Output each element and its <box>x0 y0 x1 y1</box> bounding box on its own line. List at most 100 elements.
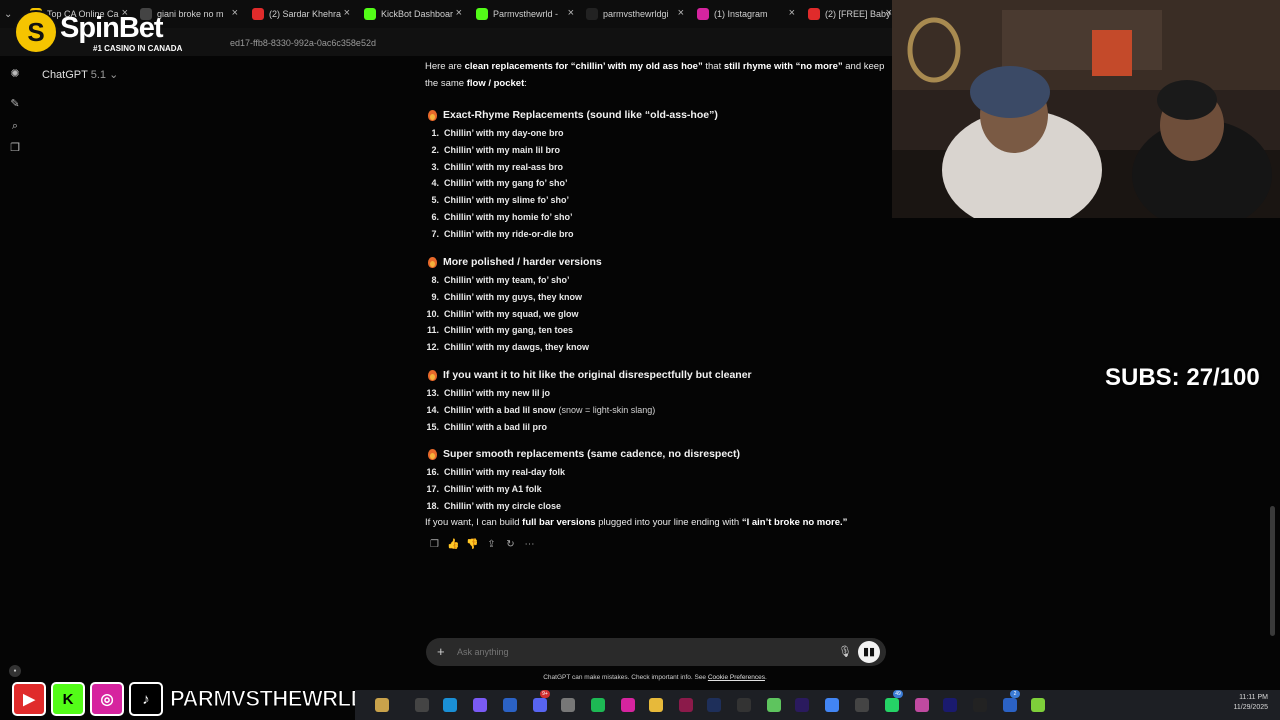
webcam-image <box>892 0 1280 218</box>
list-text: Chillin’ with my ride-or-die bro <box>444 228 574 239</box>
model-selector[interactable]: ChatGPT 5.1 ⌄ <box>42 68 118 81</box>
photoshop-icon[interactable] <box>707 698 721 712</box>
list-number: 13. <box>426 388 439 398</box>
close-icon[interactable]: × <box>678 7 684 19</box>
voice-mode-button[interactable]: ▮▮ <box>858 641 880 663</box>
intro-paragraph: Here are clean replacements for “chillin… <box>425 58 891 92</box>
list-item: 18. Chillin’ with my circle close <box>425 501 561 511</box>
list-text: Chillin’ with my day-one bro <box>444 128 564 138</box>
more-icon[interactable]: ⋯ <box>520 538 539 552</box>
spinbet-tagline: #1 CASINO IN CANADA <box>93 44 183 53</box>
list-item: 9. Chillin’ with my guys, they know <box>425 292 582 302</box>
edge-icon[interactable] <box>443 698 457 712</box>
fire-emoji-icon <box>428 369 437 381</box>
taskbar-app-icon[interactable] <box>1031 698 1045 712</box>
taskbar-app-icon[interactable] <box>503 698 517 712</box>
outro-paragraph: If you want, I can build full bar versio… <box>425 514 891 531</box>
browser-tab[interactable]: Parmvsthewrld - × <box>476 4 574 24</box>
taskbar-app-icon[interactable] <box>1003 698 1017 712</box>
tab-label: giani broke no m <box>157 9 224 19</box>
webcam-feed <box>892 0 1280 218</box>
new-chat-icon[interactable]: ✎ <box>9 98 21 110</box>
composer: + 🎙 ▮▮ <box>426 638 886 666</box>
taskbar-app-icon[interactable] <box>737 698 751 712</box>
list-number: 4. <box>431 178 439 189</box>
system-clock[interactable]: 11:11 PM 11/29/2025 <box>1218 693 1268 713</box>
library-icon[interactable]: ❐ <box>9 142 21 154</box>
list-number: 2. <box>431 144 439 155</box>
browser-tab[interactable]: KickBot Dashboar × <box>364 4 462 24</box>
media-encoder-icon[interactable] <box>943 698 957 712</box>
close-icon[interactable]: × <box>456 7 462 19</box>
folder-icon[interactable] <box>649 698 663 712</box>
taskbar-app-icon[interactable] <box>679 698 693 712</box>
list-number: 8. <box>431 275 439 285</box>
tiktok-icon: ♪ <box>129 682 163 716</box>
close-icon[interactable]: × <box>789 7 795 19</box>
taskbar-app-icon[interactable] <box>855 698 869 712</box>
taskbar-app-icon[interactable] <box>915 698 929 712</box>
browser-tab[interactable]: (2) [FREE] Baby Sm× <box>808 4 892 24</box>
thumbs-up-icon[interactable]: 👍 <box>444 538 463 552</box>
list-item: 3. Chillin’ with my real-ass bro <box>425 162 563 172</box>
clock-date: 11/29/2025 <box>1233 704 1268 711</box>
discord-icon[interactable] <box>533 698 547 712</box>
openai-logo-icon[interactable]: ✺ <box>9 68 21 80</box>
whatsapp-icon[interactable] <box>885 698 899 712</box>
disclaimer: ChatGPT can make mistakes. Check importa… <box>0 674 1280 681</box>
close-icon[interactable]: × <box>344 7 350 19</box>
spotify-icon[interactable] <box>591 698 605 712</box>
list-item: 1. Chillin’ with my day-one bro <box>425 128 564 138</box>
model-name: ChatGPT <box>42 69 88 81</box>
chrome-icon[interactable] <box>825 698 839 712</box>
settings-icon[interactable] <box>561 698 575 712</box>
list-item: 13. Chillin’ with my new lil jo <box>425 388 550 398</box>
share-icon[interactable]: ⇪ <box>482 538 501 552</box>
taskbar-app-icon[interactable] <box>973 698 987 712</box>
prompt-input[interactable] <box>457 646 817 658</box>
close-icon[interactable]: × <box>232 7 238 19</box>
message-actions: ❐ 👍 👎 ⇪ ↻ ⋯ <box>425 538 539 552</box>
notification-badge: 49 <box>893 690 903 698</box>
microphone-icon[interactable]: 🎙 <box>838 645 852 658</box>
taskbar-app-icon[interactable] <box>473 698 487 712</box>
scrollbar[interactable] <box>1270 506 1275 636</box>
list-number: 10. <box>426 308 439 319</box>
url-text[interactable]: ed17-ffb8-8330-992a-0ac6c358e52d <box>230 38 376 48</box>
browser-tab[interactable]: (2) Sardar Khehra × <box>252 4 350 24</box>
tab-favicon-icon <box>808 8 820 20</box>
bold-text: clean replacements for “chillin’ with my… <box>464 61 703 72</box>
add-attachment-button[interactable]: + <box>437 644 445 659</box>
copy-icon[interactable]: ❐ <box>425 538 444 552</box>
notification-badge: 2 <box>1010 690 1020 698</box>
search-icon[interactable]: ⌕ <box>9 120 21 132</box>
browser-tab[interactable]: (1) Instagram × <box>697 4 795 24</box>
taskbar: 9+ 49 2 <box>355 690 1280 720</box>
list-number: 1. <box>431 128 439 138</box>
clock-time: 11:11 PM <box>1239 694 1268 701</box>
text-run: If you want, I can build <box>425 517 523 528</box>
taskbar-app-icon[interactable] <box>767 698 781 712</box>
close-icon[interactable]: × <box>568 7 574 19</box>
list-item: 6. Chillin’ with my homie fo’ sho’ <box>425 212 572 222</box>
disclaimer-end: . <box>764 674 767 681</box>
list-number: 5. <box>431 195 439 205</box>
tab-favicon-icon <box>252 8 264 20</box>
list-item: 17. Chillin’ with my A1 folk <box>425 484 541 494</box>
list-item: 12. Chillin’ with my dawgs, they know <box>425 342 589 352</box>
thumbs-down-icon[interactable]: 👎 <box>463 538 482 552</box>
browser-tab[interactable]: parmvsthewrldgi × <box>586 4 684 24</box>
list-number: 3. <box>431 161 439 172</box>
list-item: 16. Chillin’ with my real-day folk <box>425 467 565 477</box>
list-text: Chillin’ with my dawgs, they know <box>444 342 590 352</box>
premiere-icon[interactable] <box>795 698 809 712</box>
taskbar-app-icon[interactable] <box>415 698 429 712</box>
bold-text: full bar versions <box>522 517 596 528</box>
section-title: Super smooth replacements (same cadence,… <box>443 448 741 460</box>
list-number: 18. <box>426 500 439 511</box>
regenerate-icon[interactable]: ↻ <box>501 538 520 552</box>
cookie-preferences-link[interactable]: Cookie Preferences <box>708 674 765 681</box>
taskbar-app-icon[interactable] <box>375 698 389 712</box>
tab-label: (2) Sardar Khehra <box>269 9 342 19</box>
taskbar-app-icon[interactable] <box>621 698 635 712</box>
